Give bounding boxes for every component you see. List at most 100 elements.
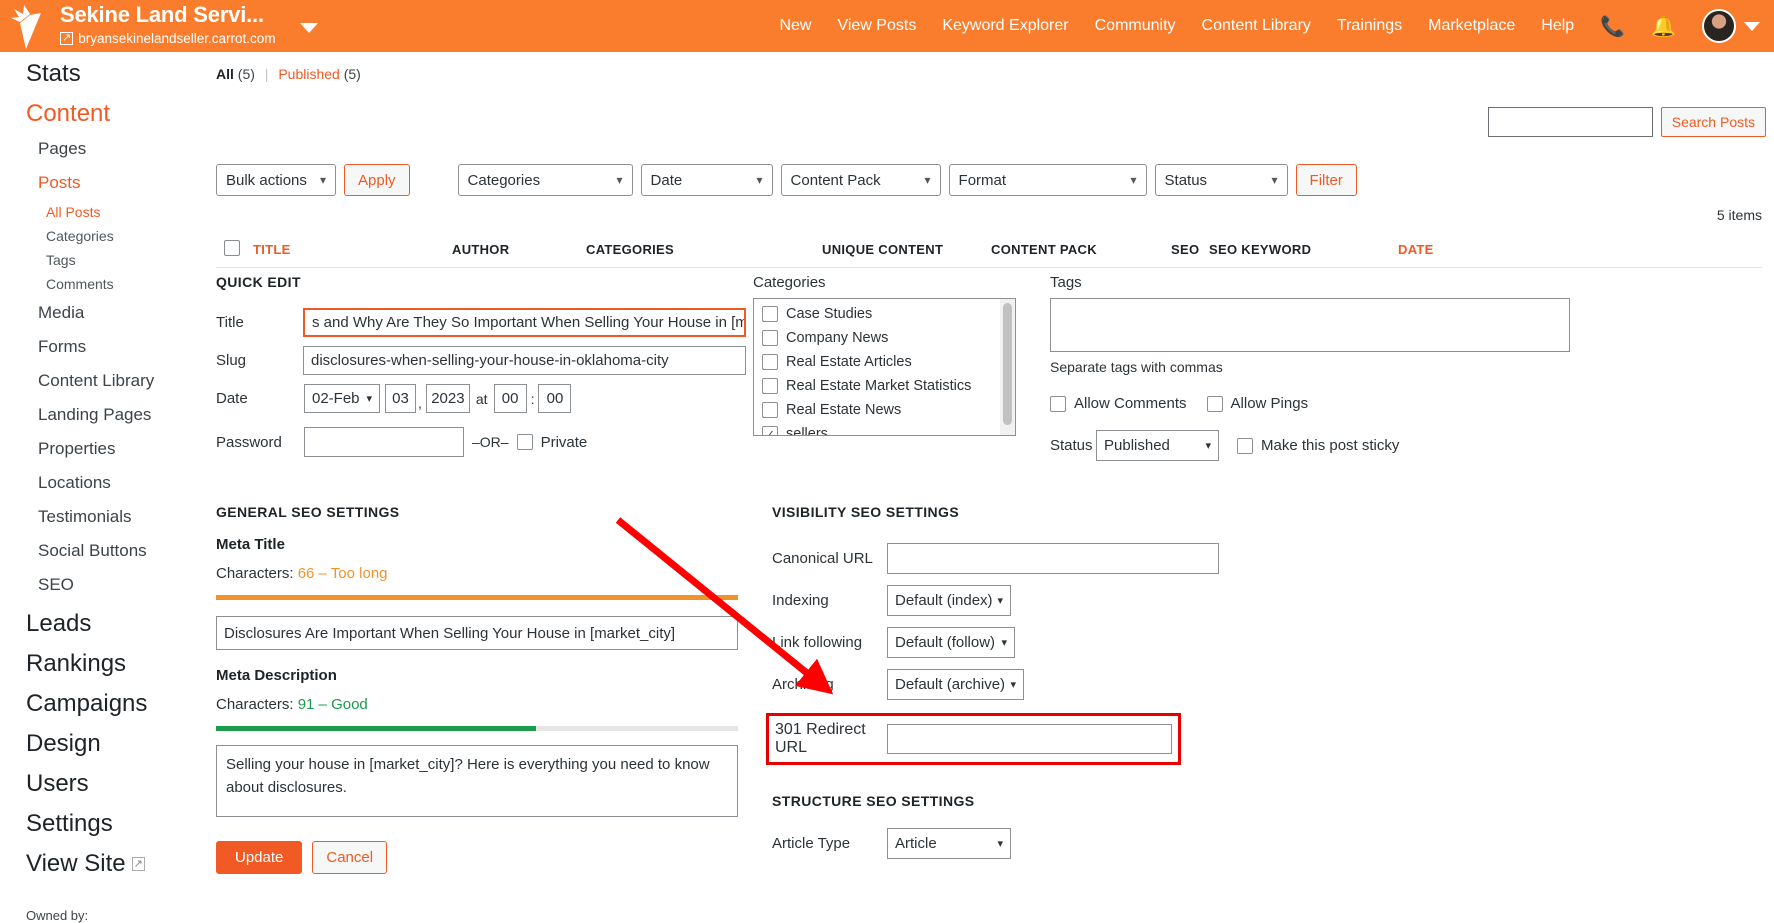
nav-community[interactable]: Community <box>1095 17 1176 35</box>
nav-view-posts[interactable]: View Posts <box>837 17 916 35</box>
meta-description-textarea[interactable]: Selling your house in [market_city]? Her… <box>216 745 738 817</box>
chevron-down-icon[interactable] <box>1744 21 1760 31</box>
category-item[interactable]: ✓ sellers <box>762 426 1007 435</box>
column-author[interactable]: AUTHOR <box>452 242 509 257</box>
avatar[interactable] <box>1702 9 1736 43</box>
nav-trainings[interactable]: Trainings <box>1337 17 1402 35</box>
column-categories[interactable]: CATEGORIES <box>586 242 674 257</box>
chevron-down-icon[interactable] <box>299 23 318 33</box>
sidebar-item-content-library[interactable]: Content Library <box>0 364 205 398</box>
date-minute-input[interactable]: 00 <box>538 384 572 413</box>
filter-button[interactable]: Filter <box>1295 164 1357 196</box>
sidebar-item-tags[interactable]: Tags <box>0 248 205 272</box>
indexing-select[interactable]: Default (index) ▾ <box>887 585 1011 616</box>
slug-input[interactable]: disclosures-when-selling-your-house-in-o… <box>302 346 746 375</box>
content-pack-filter-select[interactable]: Content Pack ▾ <box>780 164 941 196</box>
sidebar-item-stats[interactable]: Stats <box>0 52 205 92</box>
brand-block[interactable]: Sekine Land Servi... ↗ bryansekinelandse… <box>0 1 318 51</box>
column-content-pack[interactable]: CONTENT PACK <box>991 242 1097 257</box>
date-day-input[interactable]: 03 <box>385 384 416 413</box>
category-checkbox[interactable] <box>762 378 778 394</box>
sidebar-item-users[interactable]: Users <box>0 762 205 802</box>
category-checkbox[interactable] <box>762 402 778 418</box>
nav-help[interactable]: Help <box>1541 17 1574 35</box>
site-url[interactable]: ↗ bryansekinelandseller.carrot.com <box>60 32 276 46</box>
owned-by-label: Owned by: <box>26 908 89 923</box>
sidebar-item-view-site[interactable]: View Site ↗ <box>0 842 205 882</box>
column-seo[interactable]: SEO <box>1171 242 1199 257</box>
date-month-select[interactable]: 02-Feb ▾ <box>304 384 380 413</box>
nav-marketplace[interactable]: Marketplace <box>1428 17 1515 35</box>
seo-sections: GENERAL SEO SETTINGS Meta Title Characte… <box>216 504 1762 874</box>
sidebar-item-all-posts[interactable]: All Posts <box>0 200 205 224</box>
sidebar-item-categories[interactable]: Categories <box>0 224 205 248</box>
category-item[interactable]: Case Studies <box>762 306 1007 322</box>
date-filter-select[interactable]: Date ▾ <box>640 164 773 196</box>
date-hour-input[interactable]: 00 <box>493 384 527 413</box>
sidebar-item-landing-pages[interactable]: Landing Pages <box>0 398 205 432</box>
bell-notification-icon[interactable]: 🔔 <box>1651 14 1676 39</box>
update-button[interactable]: Update <box>216 841 303 874</box>
sidebar-item-media[interactable]: Media <box>0 296 205 330</box>
category-checkbox[interactable] <box>762 354 778 370</box>
select-all-checkbox[interactable] <box>224 240 240 256</box>
sticky-checkbox[interactable] <box>1237 437 1253 454</box>
sidebar-item-social-buttons[interactable]: Social Buttons <box>0 534 205 568</box>
canonical-url-input[interactable] <box>887 543 1219 574</box>
sidebar-item-properties[interactable]: Properties <box>0 432 205 466</box>
title-input[interactable]: s and Why Are They So Important When Sel… <box>302 308 746 337</box>
sidebar-item-campaigns[interactable]: Campaigns <box>0 682 205 722</box>
status-select[interactable]: Published ▾ <box>1096 430 1219 461</box>
meta-title-input[interactable]: Disclosures Are Important When Selling Y… <box>216 616 738 650</box>
category-item[interactable]: Real Estate News <box>762 402 1007 418</box>
category-item[interactable]: Real Estate Articles <box>762 354 1007 370</box>
archiving-select[interactable]: Default (archive) ▾ <box>887 669 1024 700</box>
column-title[interactable]: TITLE <box>253 242 291 257</box>
sidebar-item-testimonials[interactable]: Testimonials <box>0 500 205 534</box>
phone-icon[interactable]: 📞 <box>1600 14 1625 39</box>
redirect-url-input[interactable] <box>887 724 1172 754</box>
date-year-input[interactable]: 2023 <box>425 384 470 413</box>
sidebar-item-content[interactable]: Content <box>0 92 205 132</box>
categories-scrollbar-thumb[interactable] <box>1003 303 1012 425</box>
column-seo-keyword[interactable]: SEO KEYWORD <box>1209 242 1311 257</box>
category-item[interactable]: Company News <box>762 330 1007 346</box>
categories-filter-select[interactable]: Categories ▾ <box>457 164 633 196</box>
column-date[interactable]: DATE <box>1398 242 1434 257</box>
allow-comments-checkbox[interactable] <box>1050 395 1066 412</box>
password-input[interactable] <box>304 427 464 457</box>
sidebar-item-rankings[interactable]: Rankings <box>0 642 205 682</box>
status-filter-select[interactable]: Status ▾ <box>1154 164 1288 196</box>
search-input[interactable] <box>1487 107 1653 137</box>
sidebar-item-comments[interactable]: Comments <box>0 272 205 296</box>
article-type-select[interactable]: Article ▾ <box>887 828 1011 859</box>
format-filter-select[interactable]: Format ▾ <box>948 164 1147 196</box>
nav-content-library[interactable]: Content Library <box>1202 17 1311 35</box>
category-checkbox[interactable] <box>762 330 778 346</box>
bulk-actions-select[interactable]: Bulk actions ▾ <box>216 164 336 196</box>
category-item[interactable]: Real Estate Market Statistics <box>762 378 1007 394</box>
filter-link-published[interactable]: Published <box>278 66 340 82</box>
sidebar-item-design[interactable]: Design <box>0 722 205 762</box>
sidebar-item-pages[interactable]: Pages <box>0 132 205 166</box>
link-following-select[interactable]: Default (follow) ▾ <box>887 627 1015 658</box>
category-checkbox-checked[interactable]: ✓ <box>762 426 778 435</box>
category-checkbox[interactable] <box>762 306 778 322</box>
private-checkbox[interactable] <box>516 434 533 450</box>
allow-pings-checkbox[interactable] <box>1206 395 1223 412</box>
sidebar-item-seo[interactable]: SEO <box>0 568 205 602</box>
tags-input[interactable] <box>1050 298 1570 352</box>
filter-link-all[interactable]: All <box>216 66 234 82</box>
sidebar-item-locations[interactable]: Locations <box>0 466 205 500</box>
nav-keyword-explorer[interactable]: Keyword Explorer <box>942 17 1068 35</box>
sidebar-item-posts[interactable]: Posts <box>0 166 205 200</box>
apply-button[interactable]: Apply <box>344 164 410 196</box>
nav-new[interactable]: New <box>779 17 811 35</box>
categories-list[interactable]: Case Studies Company News Real Estate Ar… <box>753 298 1016 436</box>
sidebar-item-settings[interactable]: Settings <box>0 802 205 842</box>
search-posts-button[interactable]: Search Posts <box>1660 107 1766 137</box>
sidebar-item-forms[interactable]: Forms <box>0 330 205 364</box>
cancel-button[interactable]: Cancel <box>312 841 388 874</box>
column-unique-content[interactable]: UNIQUE CONTENT <box>822 242 943 257</box>
sidebar-item-leads[interactable]: Leads <box>0 602 205 642</box>
